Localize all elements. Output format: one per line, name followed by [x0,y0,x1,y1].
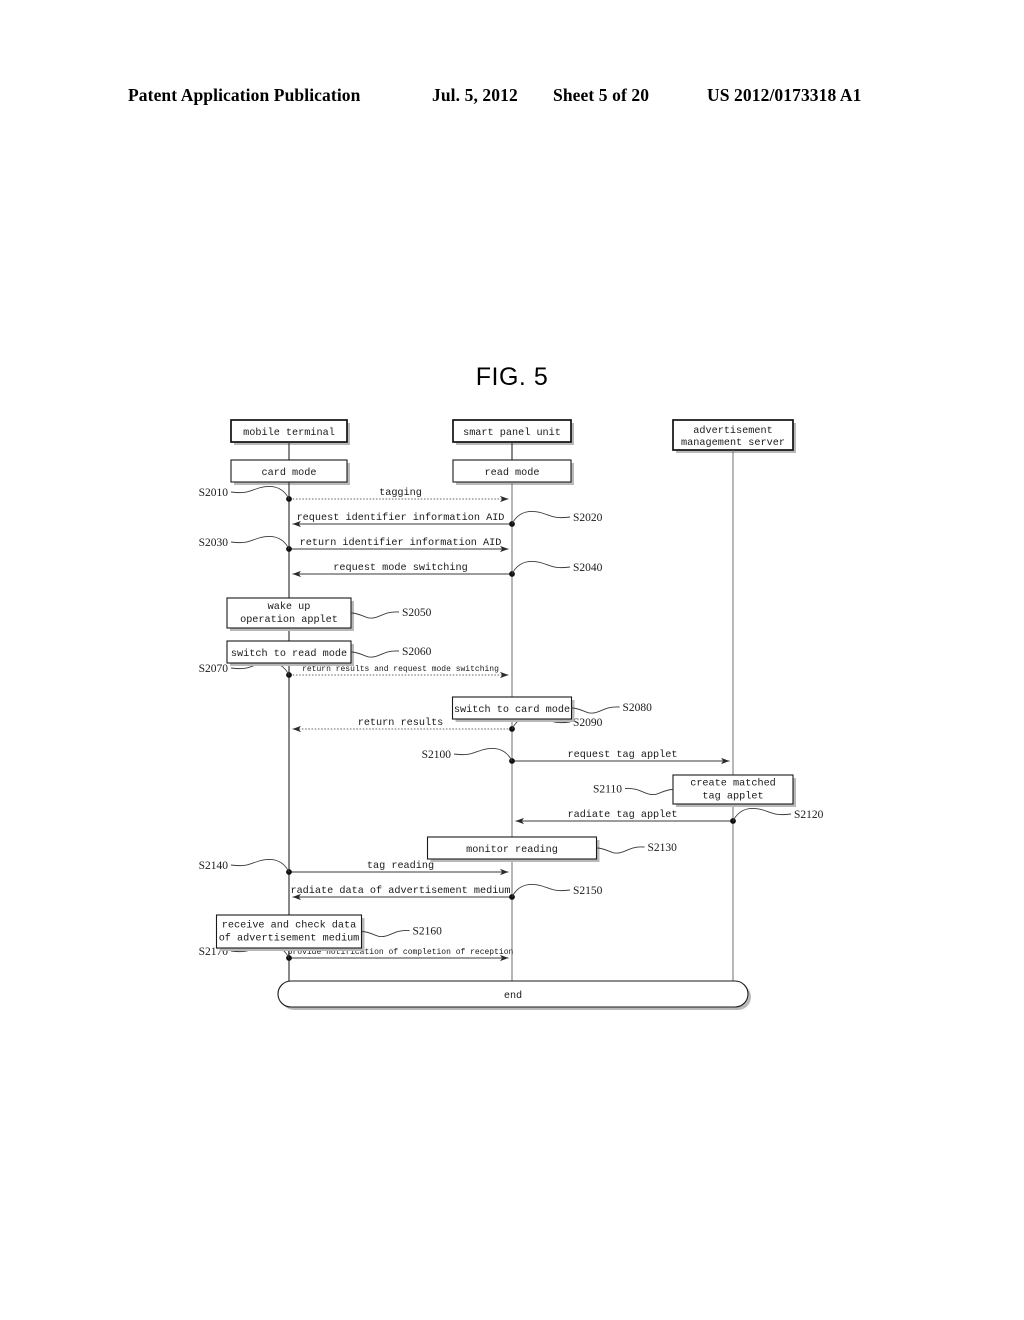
step-leader [511,511,571,525]
step-leader [596,846,645,854]
step-number: S2130 [648,842,678,854]
step-number: S2100 [422,749,452,761]
step-leader [511,561,571,575]
activity-box-label: wake up [268,601,311,613]
activity-box-label: tag applet [702,791,763,803]
step-number: S2040 [573,562,603,574]
message-label: request mode switching [333,562,468,574]
lifeline-label: mobile terminal [243,427,335,439]
step-leader [230,536,290,550]
message-S2150: radiate data of advertisement medium S215… [290,884,603,901]
message-S2040: request mode switching S2040 [292,561,603,578]
activity-box-label: monitor reading [466,844,558,856]
lifeline-label: management server [681,438,785,449]
message-label: request tag applet [567,749,677,761]
end-node-layer: end [277,980,751,1010]
activity-box-S2060: switch to read mode S2060 [226,640,432,666]
step-number: S2120 [794,809,824,821]
mode-box-label: card mode [261,467,316,479]
sequence-diagram: mobile terminal card mode smart panel unit… [0,0,1024,1320]
diagram-canvas: mobile terminal card mode smart panel unit… [199,419,824,1010]
step-leader [350,650,400,658]
step-number: S2060 [402,646,432,658]
step-number: S2140 [199,860,229,872]
step-number: S2030 [199,537,229,549]
messages-layer: tagging S2010 request identifier informati… [199,486,824,962]
message-S2100: request tag applet S2100 [422,748,730,765]
activity-box-label: switch to card mode [454,704,570,716]
message-label: return identifier information AID [300,537,502,549]
step-leader [453,748,513,762]
message-label: return results [358,717,444,729]
step-leader [350,611,400,619]
step-leader [361,929,410,938]
activity-box-label: receive and check data [222,920,357,932]
activity-box-label: of advertisement medium [219,933,360,945]
step-leader [230,859,290,873]
lifeline-label: advertisement [693,425,772,437]
activity-box-label: switch to read mode [231,648,347,660]
step-number: S2080 [623,702,653,714]
lifeline-server: advertisementmanagement server [672,419,796,981]
step-number: S2070 [199,663,229,675]
message-label: tag reading [367,860,434,872]
message-S2010: tagging S2010 [199,486,509,503]
activity-box-S2050: wake upoperation applet S2050 [226,597,432,631]
activity-box-S2110: create matchedtag applet S2110 [593,774,796,807]
step-number: S2110 [593,784,622,796]
message-label: radiate data of advertisement medium [290,885,510,897]
step-number: S2010 [199,487,229,499]
activity-box-S2160: receive and check dataof advertisement m… [215,914,443,951]
end-node-label: end [504,990,522,1002]
step-number: S2160 [413,926,443,938]
step-leader [624,787,674,796]
message-label: tagging [379,487,422,499]
activity-box-label: create matched [690,778,776,790]
message-origin-dot [509,758,515,764]
step-leader [571,706,620,714]
step-number: S2150 [573,885,603,897]
step-leader [511,884,571,898]
activity-box-S2080: switch to card mode S2080 [451,696,653,722]
step-number: S2090 [573,717,603,729]
activity-boxes-layer: wake upoperation applet S2050 switch to re… [215,597,796,951]
message-S2030: return identifier information AID S2030 [199,536,509,553]
activity-box-S2130: monitor reading S2130 [426,836,678,862]
lifeline-label: smart panel unit [463,427,561,439]
message-label: radiate tag applet [567,809,677,821]
step-number: S2050 [402,607,432,619]
end-node: end [277,980,751,1010]
activity-box-label: operation applet [240,614,338,626]
message-label: request identifier information AID [297,512,505,524]
step-number: S2020 [573,512,603,524]
mode-box-label: read mode [484,467,539,479]
step-leader [230,486,290,500]
message-S2120: radiate tag applet S2120 [515,808,824,825]
step-leader [732,808,792,822]
message-S2020: request identifier information AID S2020 [292,511,603,528]
message-label: return results and request mode switchin… [302,665,499,674]
